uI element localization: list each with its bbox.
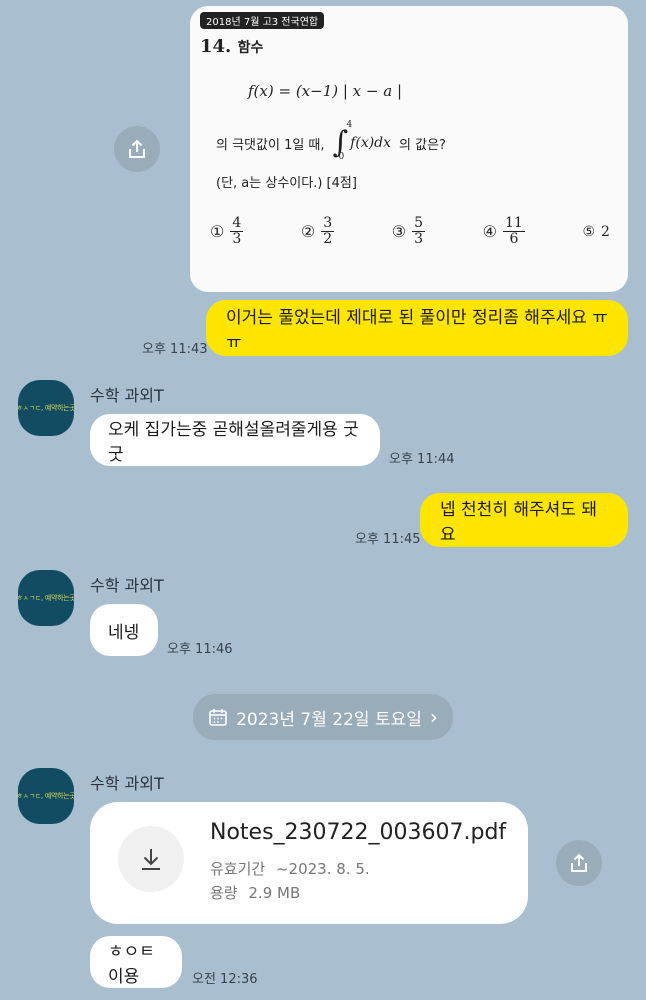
choice-2: ② 32 [300,215,335,247]
avatar-text: ㅎㅅㄱㄷ, 예약하는곳 [18,404,74,412]
file-name[interactable]: Notes_230722_003607.pdf [210,820,506,845]
sender-name: 수학 과외T [90,576,164,595]
choice-5: ⑤ 2 [582,223,610,240]
question-condition: 의 극댓값이 1일 때, ∫ 4 0 f(x)dx 의 값은? [216,120,446,162]
share-icon [129,139,145,158]
avatar-text: ㅎㅅㄱㄷ, 예약하는곳 [18,594,74,602]
their-message-bubble[interactable]: 네넹 [90,604,158,656]
avatar[interactable]: ㅎㅅㄱㄷ, 예약하는곳 [18,380,74,436]
size-label: 용량 [210,884,238,902]
message-time: 오전 12:36 [192,972,258,987]
message-time: 오후 11:43 [142,342,208,357]
question-topic: 함수 [237,40,264,56]
message-text: ㅎㅇㅌ이용 [108,942,155,987]
choice-3: ③ 53 [391,215,426,247]
answer-choices: ① 43 ② 32 ③ 53 ④ 11 6 ⑤ 2 [210,216,610,247]
their-message-bubble[interactable]: ㅎㅇㅌ이용 [90,936,182,988]
expiry-value: ~2023. 8. 5. [275,860,370,878]
my-message-bubble[interactable]: 이거는 풀었는데 제대로 된 풀이만 정리좀 해주세요 ㅠㅠ [206,300,628,356]
size-value: 2.9 MB [248,884,301,902]
message-text: 넵 천천히 해주셔도 돼요 [440,500,597,545]
their-message-bubble[interactable]: 오케 집가는중 곧해설올려줄게용 굿굿 [90,414,380,466]
message-text: 네넹 [108,622,140,643]
my-message-bubble[interactable]: 넵 천천히 해주셔도 돼요 [420,493,628,547]
date-label: 2023년 7월 22일 토요일 [236,709,422,730]
choice-1: ① 43 [210,215,244,247]
file-size: 용량 2.9 MB [210,882,300,903]
integral-expression: ∫ 4 0 f(x)dx [332,120,392,162]
share-icon [571,853,587,872]
share-button[interactable] [114,126,160,172]
question-note: (단, a는 상수이다.) [4점] [216,176,357,191]
condition-suffix: 의 값은? [399,137,446,153]
sender-name: 수학 과외T [90,774,164,793]
integral-lower: 0 [338,152,345,162]
download-icon [142,849,160,870]
download-button[interactable] [118,826,184,892]
avatar-text: ㅎㅅㄱㄷ, 예약하는곳 [18,792,74,800]
date-divider[interactable]: 2023년 7월 22일 토요일 › [193,694,453,740]
integral-body: f(x)dx [350,135,392,151]
chevron-right-icon: › [429,705,438,729]
expiry-label: 유효기간 [210,860,266,878]
choice-4: ④ 11 6 [482,215,525,247]
image-message[interactable]: 2018년 7월 고3 전국연합 14. 함수 f(x) = (x−1) | x… [190,6,628,292]
question-formula: f(x) = (x−1) | x − a | [248,82,403,100]
question-number: 14. [200,36,232,57]
message-text: 오케 집가는중 곧해설올려줄게용 굿굿 [108,420,359,465]
message-text: 이거는 풀었는데 제대로 된 풀이만 정리좀 해주세요 ㅠㅠ [226,308,608,353]
message-time: 오후 11:46 [167,642,233,657]
condition-prefix: 의 극댓값이 1일 때, [216,137,325,153]
avatar[interactable]: ㅎㅅㄱㄷ, 예약하는곳 [18,570,74,626]
file-expiry: 유효기간 ~2023. 8. 5. [210,858,370,879]
avatar[interactable]: ㅎㅅㄱㄷ, 예약하는곳 [18,768,74,824]
file-message-card[interactable]: Notes_230722_003607.pdf 유효기간 ~2023. 8. 5… [90,802,528,924]
integral-upper: 4 [346,120,353,130]
sender-name: 수학 과외T [90,386,164,405]
calendar-icon [209,709,227,726]
message-time: 오후 11:45 [355,532,421,547]
exam-tag: 2018년 7월 고3 전국연합 [200,12,325,29]
message-time: 오후 11:44 [389,452,455,467]
share-button[interactable] [556,840,602,886]
